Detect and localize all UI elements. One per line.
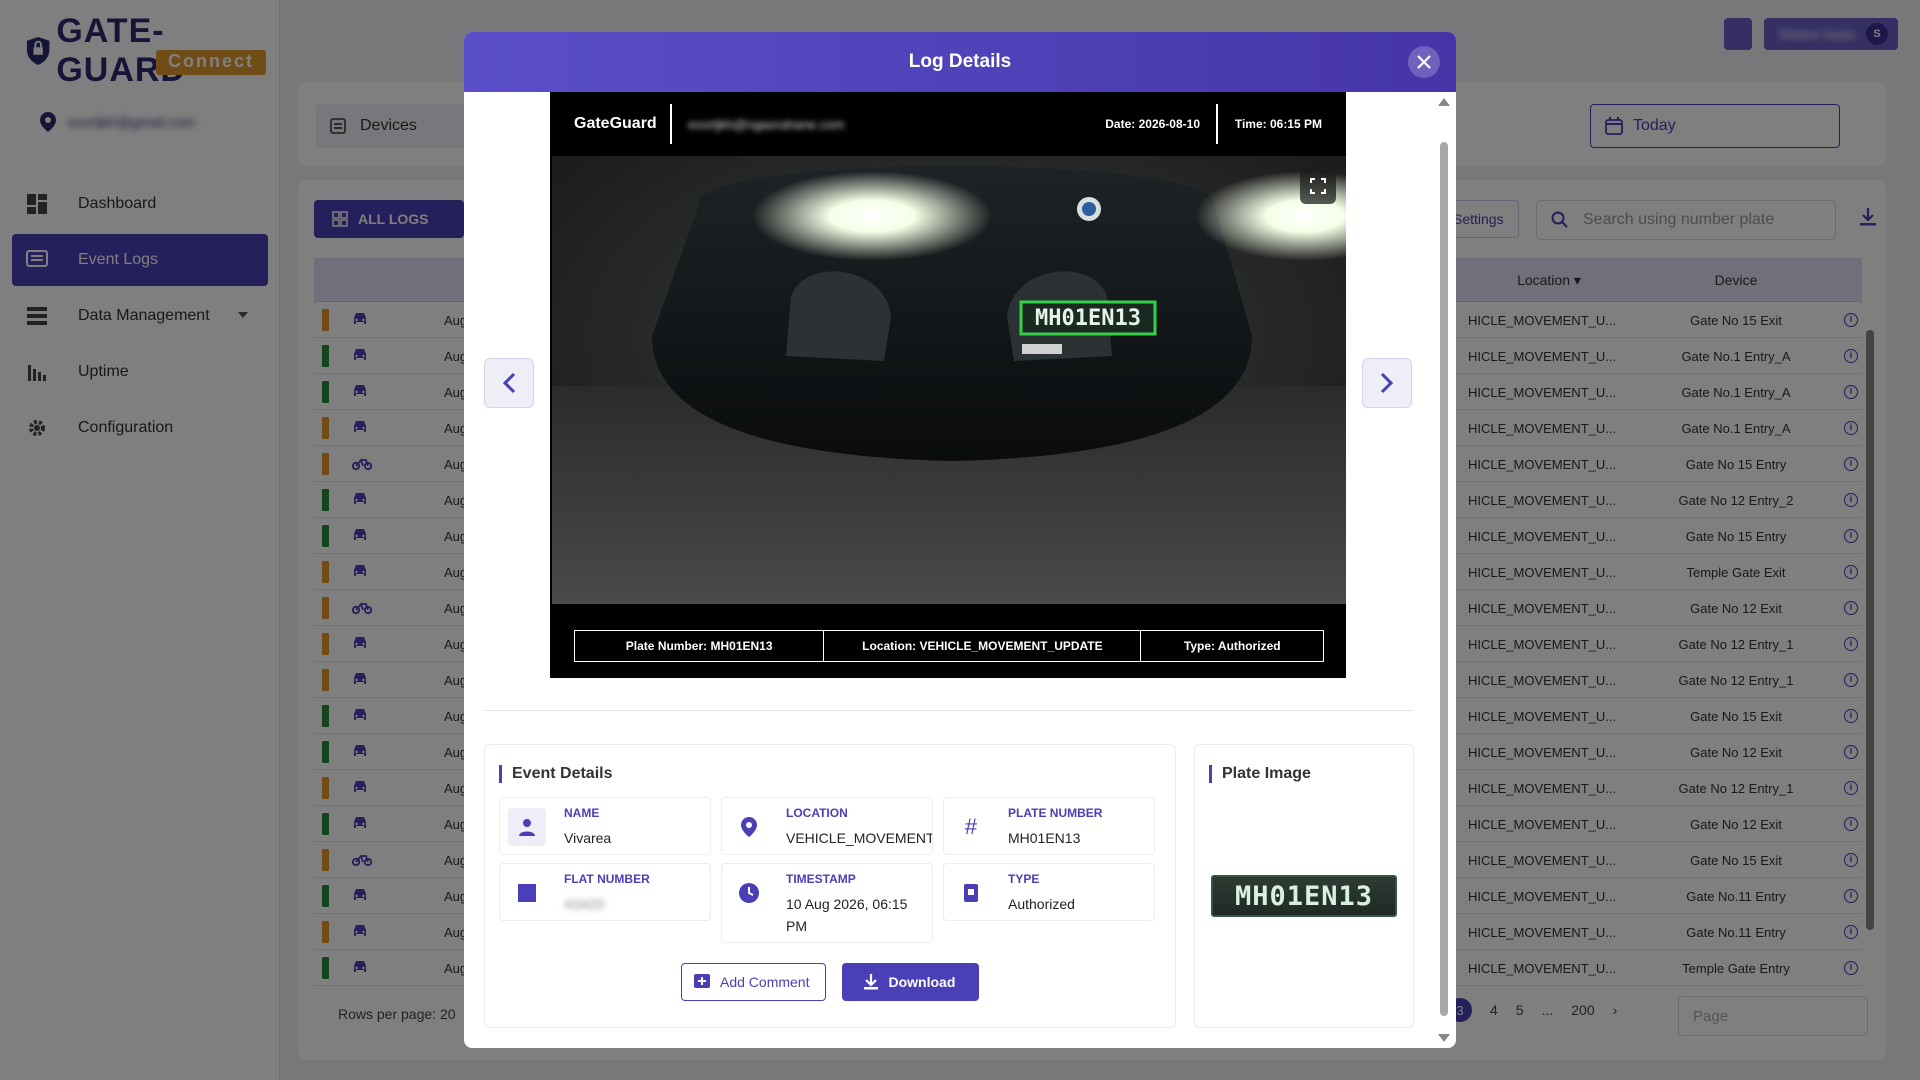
camera-time: Time: 06:15 PM — [1234, 117, 1322, 131]
divider — [1216, 104, 1218, 144]
vehicle-photo[interactable]: MH01EN13 — [552, 156, 1346, 604]
timestamp-field: TIMESTAMP 10 Aug 2026, 06:15 PM — [721, 863, 933, 943]
camera-brand: GateGuard — [574, 115, 657, 132]
location-field: LOCATION VEHICLE_MOVEMENT_UPDATE — [721, 797, 933, 855]
timestamp-label: TIMESTAMP — [786, 872, 856, 886]
camera-header: GateGuard evortjkh@ngaorahane.com Date: … — [550, 92, 1346, 156]
close-icon — [1417, 55, 1431, 69]
action-buttons: Add Comment Download — [681, 963, 980, 1001]
add-comment-button[interactable]: Add Comment — [681, 963, 827, 1001]
download-icon — [864, 974, 879, 990]
modal-title: Log Details — [908, 51, 1012, 72]
download-label: Download — [888, 974, 956, 990]
scroll-up-arrow[interactable] — [1438, 98, 1450, 106]
footer-plate: Plate Number: MH01EN13 — [575, 631, 825, 661]
location-pin-icon — [730, 808, 768, 846]
location-value: VEHICLE_MOVEMENT_UPDATE — [786, 830, 932, 846]
section-divider — [484, 710, 1414, 711]
plate-image-title: Plate Image — [1209, 765, 1311, 783]
comment-add-icon — [694, 974, 710, 988]
plate-number-value: MH01EN13 — [1008, 830, 1081, 846]
car-front-image: MH01EN13 — [552, 156, 1346, 604]
fullscreen-icon — [1310, 178, 1326, 194]
flat-square-icon — [508, 874, 546, 912]
chevron-right-icon — [1380, 372, 1394, 394]
flat-number-label: FLAT NUMBER — [564, 872, 650, 886]
type-label: TYPE — [1008, 872, 1040, 886]
plate-overlay-text: MH01EN13 — [1035, 306, 1141, 331]
footer-type: Type: Authorized — [1183, 639, 1281, 653]
scroll-down-arrow[interactable] — [1438, 1034, 1450, 1042]
modal-scrollbar[interactable] — [1440, 142, 1448, 1016]
event-details-title: Event Details — [499, 765, 612, 783]
type-field: TYPE Authorized — [943, 863, 1155, 921]
person-icon — [508, 808, 546, 846]
name-label: NAME — [564, 806, 600, 820]
plate-image-card: Plate Image MH01EN13 — [1194, 744, 1414, 1028]
location-label: LOCATION — [786, 806, 848, 820]
hash-icon: # — [964, 814, 978, 839]
fullscreen-button[interactable] — [1300, 168, 1336, 204]
add-comment-label: Add Comment — [720, 974, 810, 990]
camera-email: evortjkh@ngaorahane.com — [688, 116, 845, 132]
flat-number-value: A0420 — [564, 896, 605, 912]
timestamp-value: 10 Aug 2026, 06:15 PM — [786, 896, 908, 934]
footer-location: Location: VEHICLE_MOVEMENT_UPDATE — [824, 631, 1142, 661]
camera-footer: Plate Number: MH01EN13 Location: VEHICLE… — [574, 630, 1324, 662]
clock-icon — [730, 874, 768, 912]
camera-snapshot: GateGuard evortjkh@ngaorahane.com Date: … — [550, 92, 1346, 678]
next-button[interactable] — [1362, 358, 1412, 408]
camera-date: Date: 2026-08-10 — [1105, 117, 1200, 131]
type-value: Authorized — [1008, 896, 1075, 912]
chevron-left-icon — [502, 372, 516, 394]
name-field: NAME Vivarea — [499, 797, 711, 855]
download-button[interactable]: Download — [842, 963, 980, 1001]
plate-image[interactable]: MH01EN13 — [1211, 875, 1397, 917]
previous-button[interactable] — [484, 358, 534, 408]
plate-number-label: PLATE NUMBER — [1008, 806, 1103, 820]
plate-number-field: # PLATE NUMBER MH01EN13 — [943, 797, 1155, 855]
badge-icon — [952, 874, 990, 912]
close-button[interactable] — [1408, 46, 1440, 78]
log-details-modal: Log Details GateGuard evortjkh@ngaorahan… — [464, 32, 1456, 1048]
flat-number-field: FLAT NUMBER A0420 — [499, 863, 711, 921]
modal-header: Log Details — [464, 32, 1456, 92]
event-details-card: Event Details NAME Vivarea LOCATION VEHI… — [484, 744, 1176, 1028]
name-value: Vivarea — [564, 830, 612, 846]
